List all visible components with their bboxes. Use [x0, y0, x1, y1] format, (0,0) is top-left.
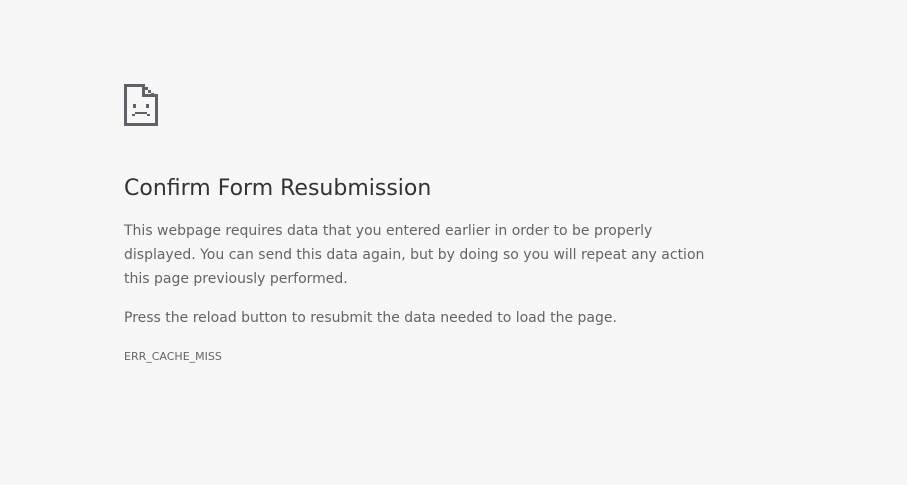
error-description: This webpage requires data that you ente…: [124, 223, 705, 287]
page-title: Confirm Form Resubmission: [124, 176, 432, 201]
error-page: Confirm Form Resubmission This webpage r…: [0, 0, 907, 485]
error-code: ERR_CACHE_MISS: [124, 350, 222, 363]
reload-hint: Press the reload button to resubmit the …: [124, 310, 617, 326]
sad-document-icon: [124, 84, 158, 126]
